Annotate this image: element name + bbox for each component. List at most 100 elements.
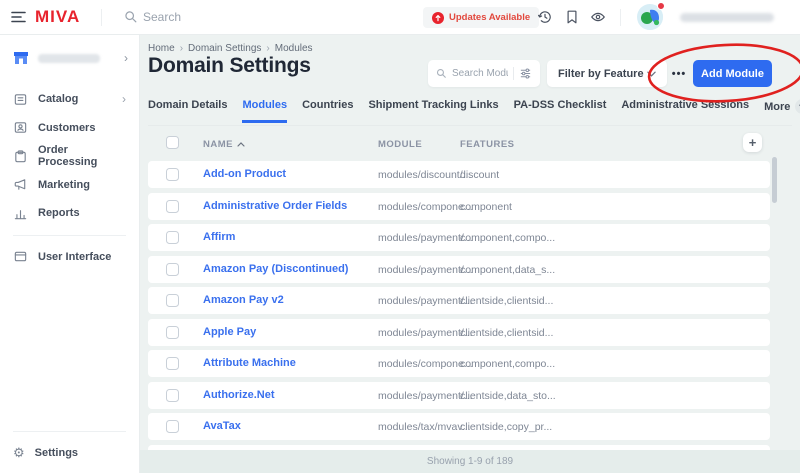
bookmark-icon[interactable] <box>564 9 580 25</box>
updates-available-button[interactable]: Updates Available <box>423 7 539 28</box>
add-module-button[interactable]: Add Module <box>693 60 772 87</box>
sidebar-nav: Catalog›CustomersOrder Processing Marketi… <box>0 85 139 271</box>
catalog-icon <box>13 92 28 107</box>
row-checkbox[interactable] <box>166 389 179 402</box>
search-icon <box>124 10 138 24</box>
breadcrumb-item-modules[interactable]: Modules <box>275 43 313 54</box>
sidebar-item-settings[interactable]: ⚙ Settings <box>0 439 139 468</box>
breadcrumb-separator: › <box>266 43 269 54</box>
column-header-name[interactable]: NAME <box>203 139 245 150</box>
sidebar-item-customers[interactable]: Customers <box>0 114 139 143</box>
avatar[interactable] <box>637 4 663 30</box>
marketing-icon <box>13 177 28 192</box>
add-column-button[interactable]: + <box>743 133 762 152</box>
sidebar-item-reports[interactable]: Reports <box>0 199 139 228</box>
chevron-right-icon: › <box>122 93 126 105</box>
row-checkbox[interactable] <box>166 357 179 370</box>
module-path: modules/compone... <box>378 358 473 370</box>
tab-pa-dss-checklist[interactable]: PA-DSS Checklist <box>514 99 607 123</box>
topbar: MIVA Updates Available <box>0 0 800 35</box>
module-name-link[interactable]: Amazon Pay v2 <box>203 294 284 306</box>
breadcrumb-item-domain-settings[interactable]: Domain Settings <box>188 43 261 54</box>
module-path: modules/payment/... <box>378 327 473 339</box>
sidebar-item-label: Settings <box>35 447 78 459</box>
eye-icon[interactable] <box>590 9 606 25</box>
sidebar-item-label: Marketing <box>38 179 90 191</box>
module-name-link[interactable]: Amazon Pay (Discontinued) <box>203 263 348 275</box>
module-name-link[interactable]: AvaTax <box>203 420 241 432</box>
store-icon <box>12 49 30 67</box>
row-checkbox[interactable] <box>166 200 179 213</box>
module-path: modules/payment/... <box>378 295 473 307</box>
breadcrumb-item-home[interactable]: Home <box>148 43 175 54</box>
module-name-link[interactable]: Affirm <box>203 231 235 243</box>
chevron-right-icon: › <box>124 52 128 64</box>
row-checkbox[interactable] <box>166 231 179 244</box>
tab-shipment-tracking-links[interactable]: Shipment Tracking Links <box>368 99 498 123</box>
miva-logo[interactable]: MIVA <box>35 7 80 27</box>
module-features: discount <box>460 169 499 181</box>
module-features: clientside,clientsid... <box>460 327 553 339</box>
main-content: Home›Domain Settings›Modules Domain Sett… <box>140 35 800 473</box>
table-row: Add-on Product modules/discount/...discou… <box>148 161 770 188</box>
sidebar-item-marketing[interactable]: Marketing <box>0 171 139 200</box>
module-features: clientside,clientsid... <box>460 295 553 307</box>
tab-domain-details[interactable]: Domain Details <box>148 99 227 123</box>
module-name-link[interactable]: Administrative Order Fields <box>203 200 347 212</box>
showing-count: Showing 1-9 of 189 <box>427 456 513 467</box>
sidebar-item-order-processing[interactable]: Order Processing <box>0 142 139 171</box>
hamburger-menu-icon[interactable] <box>11 11 26 23</box>
module-path: modules/compone... <box>378 201 473 213</box>
user-name-redacted[interactable] <box>680 13 774 22</box>
order-processing-icon <box>13 149 28 164</box>
row-checkbox[interactable] <box>166 420 179 433</box>
module-features: component,data_s... <box>460 264 555 276</box>
tab-more[interactable]: More <box>764 99 800 126</box>
row-checkbox[interactable] <box>166 263 179 276</box>
overflow-menu-button[interactable]: ••• <box>667 60 691 87</box>
page-title: Domain Settings <box>148 54 311 78</box>
tab-modules[interactable]: Modules <box>242 99 287 123</box>
sort-asc-caret-icon <box>237 142 245 147</box>
table-row: Authorize.Netmodules/payment/...clientsi… <box>148 382 770 409</box>
store-selector[interactable]: › <box>12 47 128 69</box>
module-features: component,compo... <box>460 232 555 244</box>
store-name-redacted <box>38 54 100 63</box>
chevron-down-icon <box>795 99 800 114</box>
filter-by-feature-dropdown[interactable]: Filter by Feature <box>547 60 667 87</box>
tab-countries[interactable]: Countries <box>302 99 353 123</box>
table-header: NAME MODULE FEATURES + <box>148 127 792 160</box>
history-icon[interactable] <box>537 9 553 25</box>
sidebar-bottom: ⚙ Settings <box>0 424 139 468</box>
module-name-link[interactable]: Attribute Machine <box>203 357 296 369</box>
module-path: modules/tax/mvav... <box>378 421 471 433</box>
chevron-down-icon <box>647 71 656 77</box>
vertical-scrollbar-thumb[interactable] <box>772 157 777 203</box>
breadcrumb-separator: › <box>180 43 183 54</box>
divider <box>620 9 621 26</box>
search-modules-box <box>428 60 540 87</box>
search-modules-input[interactable] <box>452 68 508 79</box>
select-all-checkbox[interactable] <box>166 136 179 149</box>
module-name-link[interactable]: Authorize.Net <box>203 389 275 401</box>
module-name-link[interactable]: Add-on Product <box>203 168 286 180</box>
global-search-input[interactable] <box>143 6 343 28</box>
sidebar-item-user-interface[interactable]: User Interface <box>0 243 139 272</box>
tab-administrative-sessions[interactable]: Administrative Sessions <box>621 99 749 123</box>
table-row: Administrative Order Fields modules/compo… <box>148 193 770 220</box>
sidebar-item-catalog[interactable]: Catalog› <box>0 85 139 114</box>
row-checkbox[interactable] <box>166 168 179 181</box>
module-name-link[interactable]: Apple Pay <box>203 326 256 338</box>
module-path: modules/payment/... <box>378 390 473 402</box>
table-row: Apple Pay modules/payment/...clientside,c… <box>148 319 770 346</box>
sliders-filter-icon[interactable] <box>519 67 532 80</box>
sidebar-item-label: Order Processing <box>38 144 126 168</box>
row-checkbox[interactable] <box>166 326 179 339</box>
sidebar-item-label: User Interface <box>38 251 111 263</box>
row-checkbox[interactable] <box>166 294 179 307</box>
tab-bar: Domain Details Modules Countries Shipment T… <box>148 99 792 126</box>
breadcrumb: Home › Domain Settings › Modules <box>148 43 313 54</box>
divider <box>101 9 102 26</box>
module-path: modules/discount/... <box>378 169 471 181</box>
module-features: component <box>460 201 512 213</box>
